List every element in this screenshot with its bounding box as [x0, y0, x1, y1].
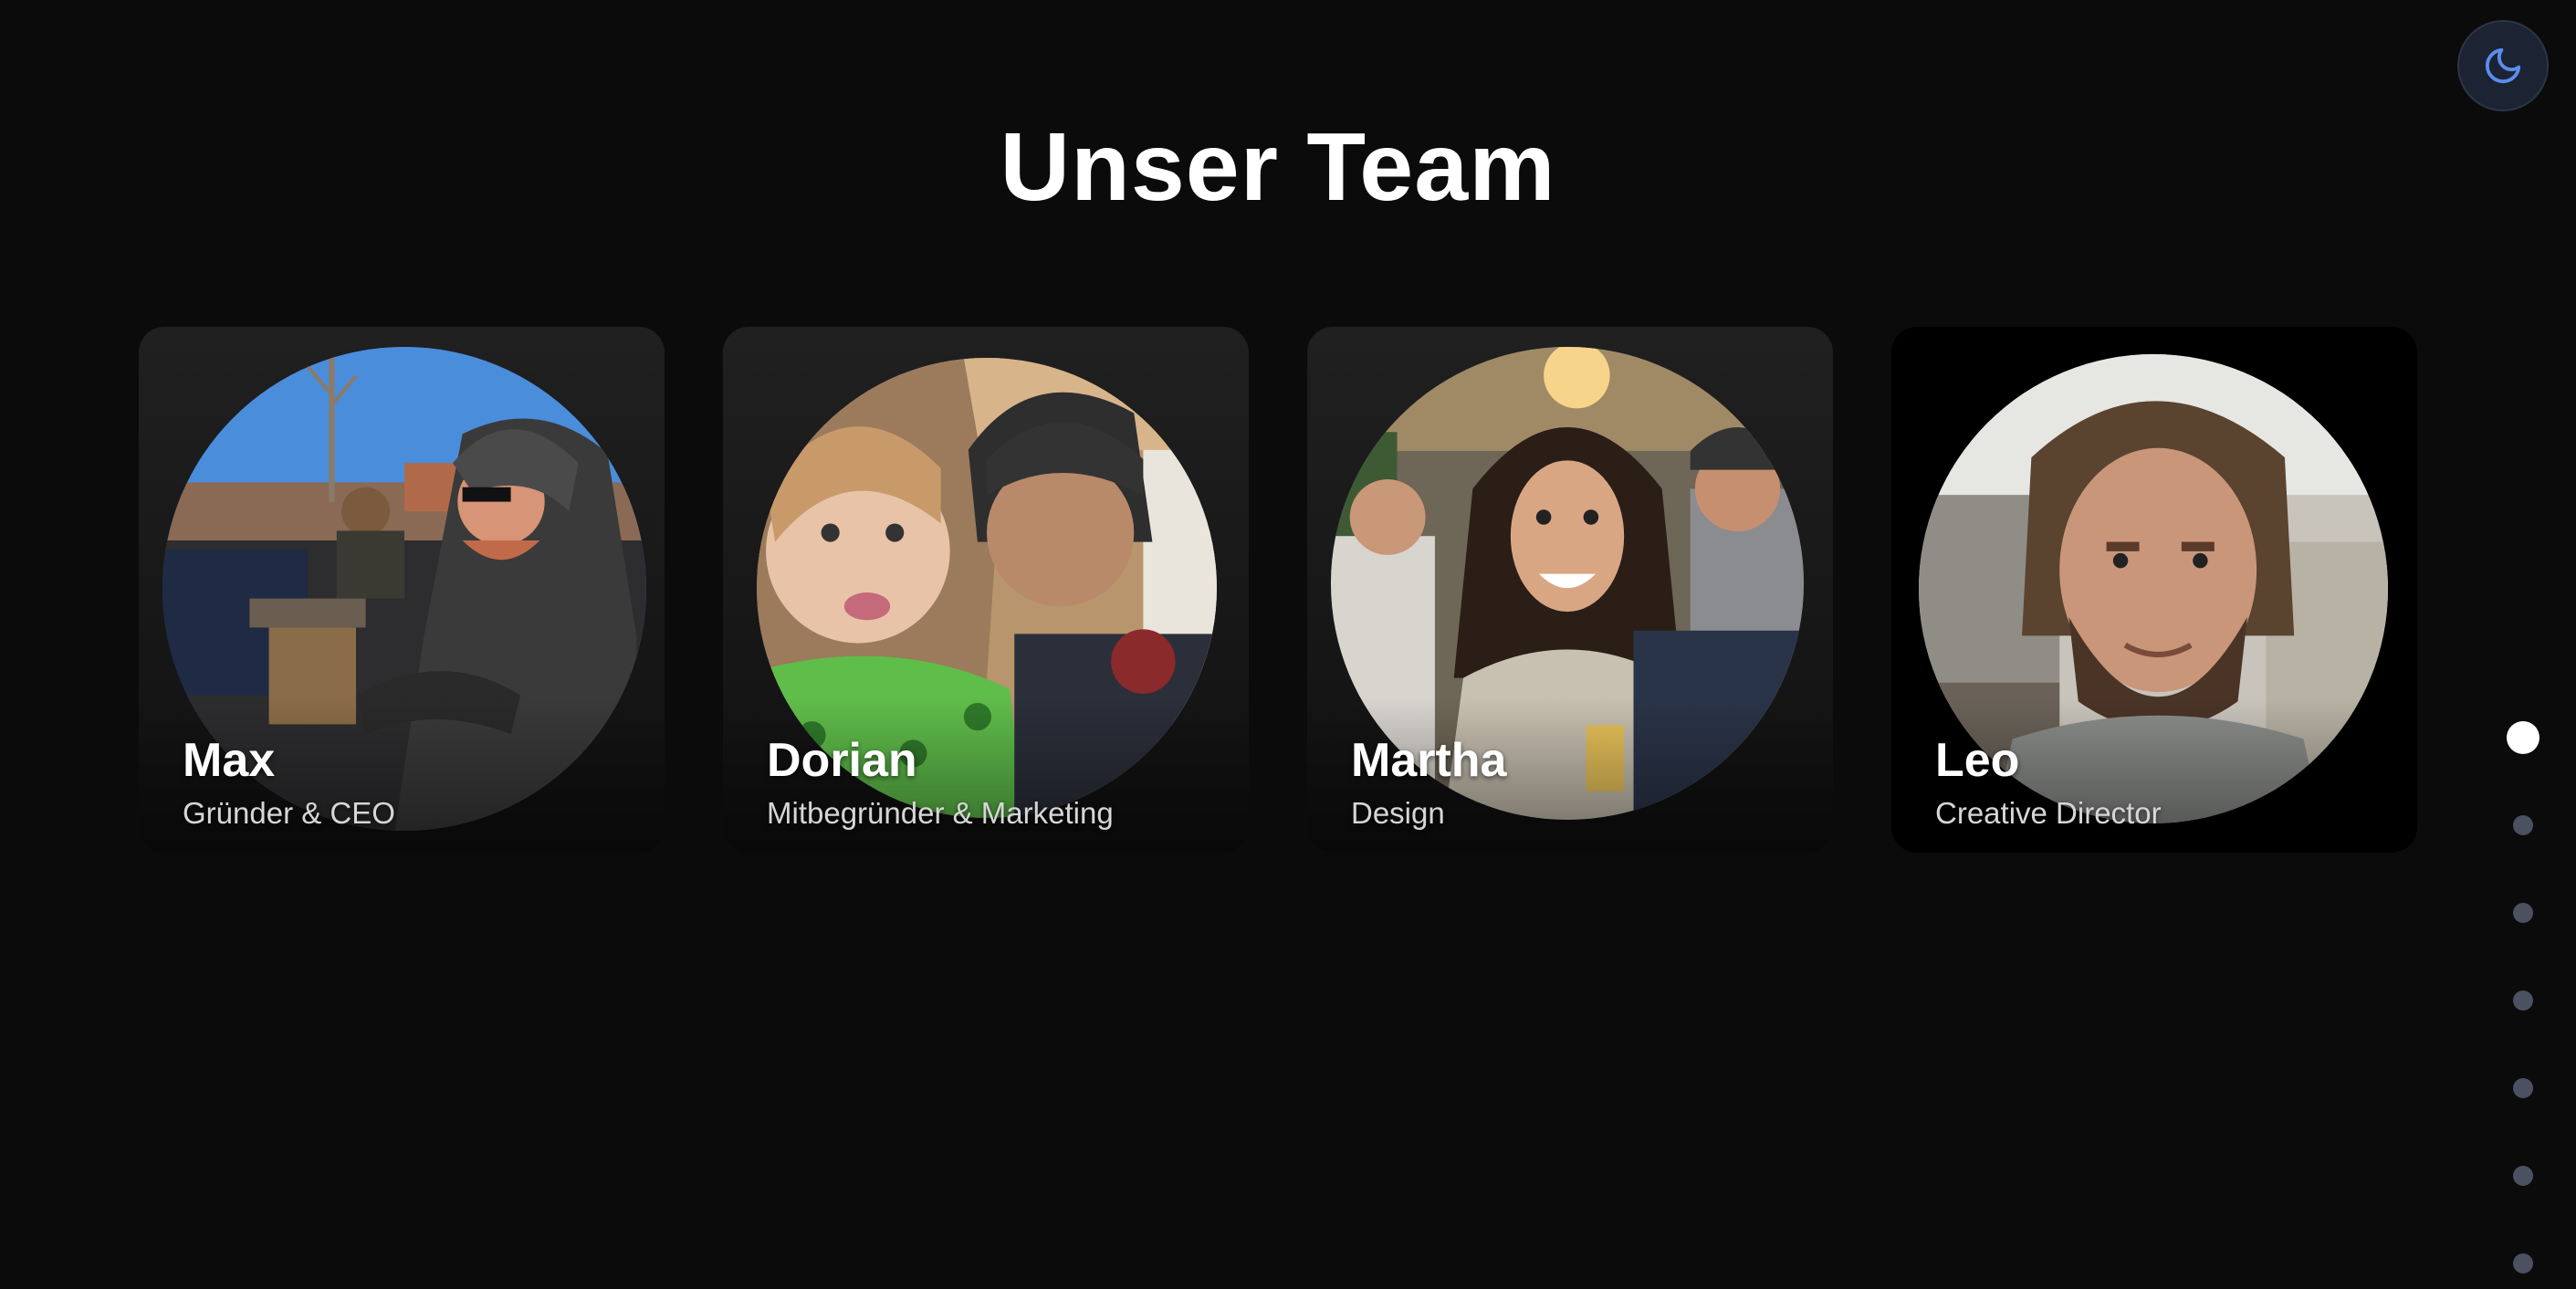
slide-pagination — [2507, 721, 2543, 1287]
team-member-role: Mitbegründer & Marketing — [767, 796, 1114, 830]
pagination-dot-1[interactable] — [2507, 721, 2539, 754]
moon-icon — [2485, 47, 2521, 84]
team-page: Unser Team Max Gründer & CEO Dorian Mitb… — [0, 0, 2576, 1289]
team-member-name: Martha — [1351, 734, 1507, 787]
pagination-dot-7[interactable] — [2513, 1253, 2533, 1273]
pagination-dot-5[interactable] — [2513, 1078, 2533, 1098]
theme-toggle-button[interactable] — [2457, 20, 2549, 111]
pagination-dot-4[interactable] — [2513, 990, 2533, 1011]
team-member-name: Max — [183, 734, 276, 787]
pagination-dot-6[interactable] — [2513, 1166, 2533, 1186]
team-card-dorian[interactable]: Dorian Mitbegründer & Marketing — [723, 327, 1249, 853]
team-member-name: Leo — [1935, 734, 2020, 787]
team-member-name: Dorian — [767, 734, 917, 787]
team-card-leo[interactable]: Leo Creative Director — [1891, 327, 2417, 853]
pagination-dot-3[interactable] — [2513, 903, 2533, 923]
team-member-role: Gründer & CEO — [183, 796, 395, 830]
team-member-role: Creative Director — [1935, 796, 2162, 830]
team-card-martha[interactable]: Martha Design — [1307, 327, 1833, 853]
pagination-dot-2[interactable] — [2513, 815, 2533, 835]
team-member-role: Design — [1351, 796, 1445, 830]
team-card-max[interactable]: Max Gründer & CEO — [139, 327, 665, 853]
page-title: Unser Team — [1000, 113, 1556, 221]
